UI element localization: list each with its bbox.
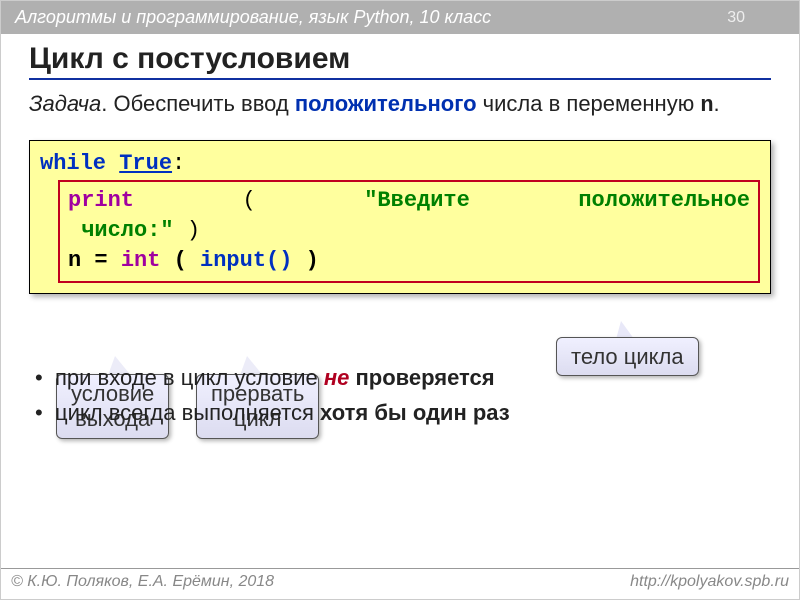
paren-open-2: (: [174, 248, 187, 273]
code-line-2: print ( "Введите положительное: [68, 186, 750, 216]
task-variable: n: [700, 93, 713, 118]
paren-close: ): [187, 218, 200, 243]
page-title: Цикл с постусловием: [29, 42, 771, 80]
task-emphasis: положительного: [295, 91, 477, 116]
task-text-1: . Обеспечить ввод: [101, 91, 295, 116]
slide-header: Алгоритмы и программирование, язык Pytho…: [1, 1, 799, 34]
fn-print: print: [68, 186, 134, 216]
bullet-2-text-b: хотя бы один раз: [320, 400, 510, 425]
code-line-3: число:" ): [68, 216, 750, 246]
assign-n: n =: [68, 248, 108, 273]
page-number: 30: [727, 9, 745, 27]
loop-body-box: print ( "Введите положительное число:" )…: [58, 180, 760, 283]
bullet-2-text-a: цикл всегда выполняется: [55, 400, 320, 425]
course-title: Алгоритмы и программирование, язык Pytho…: [15, 7, 491, 28]
slide-footer: © К.Ю. Поляков, Е.А. Ерёмин, 2018 http:/…: [1, 568, 799, 599]
bullet-1-emph: не: [324, 365, 350, 390]
code-line-4: n = int ( input() ): [68, 246, 750, 276]
code-colon: :: [172, 151, 185, 176]
bullet-1-text-a: при входе в цикл условие: [55, 365, 324, 390]
code-block: while True: print ( "Введите положительн…: [29, 140, 771, 295]
task-text-2: числа в переменную: [477, 91, 701, 116]
task-text-3: .: [714, 91, 720, 116]
footer-url: http://kpolyakov.spb.ru: [630, 573, 789, 591]
fn-input: input(): [200, 248, 292, 273]
code-line-1: while True:: [40, 149, 760, 179]
paren-open: (: [243, 186, 256, 216]
keyword-true: True: [119, 151, 172, 176]
bullet-1-text-b: проверяется: [349, 365, 494, 390]
bullet-2: цикл всегда выполняется хотя бы один раз: [33, 399, 771, 428]
fn-int: int: [121, 248, 161, 273]
task-label: Задача: [29, 91, 101, 116]
paren-close-2: ): [306, 248, 319, 273]
task-paragraph: Задача. Обеспечить ввод положительного ч…: [29, 90, 771, 120]
string-part-c: число:": [81, 218, 173, 243]
string-part-a: "Введите: [364, 186, 470, 216]
slide-content: Цикл с постусловием Задача. Обеспечить в…: [1, 34, 799, 427]
footer-copyright: © К.Ю. Поляков, Е.А. Ерёмин, 2018: [11, 573, 274, 591]
bullet-1: при входе в цикл условие не проверяется: [33, 364, 771, 393]
string-part-b: положительное: [578, 186, 750, 216]
keyword-while: while: [40, 151, 106, 176]
